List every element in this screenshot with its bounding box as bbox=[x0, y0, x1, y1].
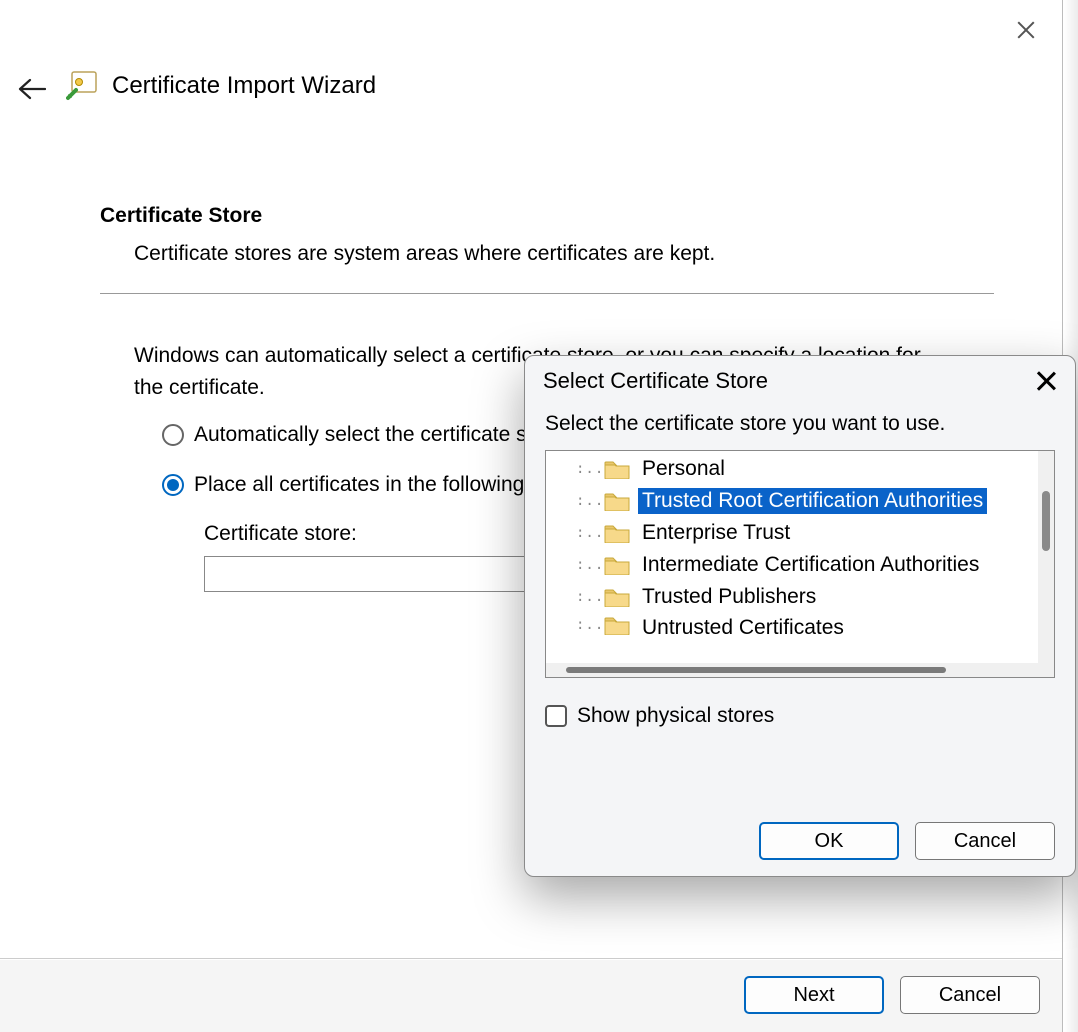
tree-item-label: Intermediate Certification Authorities bbox=[638, 552, 983, 578]
folder-icon bbox=[604, 587, 630, 607]
certificate-store-label: Certificate store: bbox=[204, 522, 357, 546]
tree-item[interactable]: :.... Personal bbox=[546, 453, 1036, 485]
cancel-button-label: Cancel bbox=[939, 984, 1001, 1007]
dialog-title: Select Certificate Store bbox=[543, 368, 768, 394]
tree-item-label: Trusted Publishers bbox=[638, 584, 820, 610]
folder-icon bbox=[604, 491, 630, 511]
back-arrow-icon[interactable] bbox=[18, 78, 46, 100]
show-physical-stores-checkbox[interactable]: Show physical stores bbox=[545, 704, 1055, 728]
ok-button-label: OK bbox=[815, 830, 844, 853]
tree-item[interactable]: :.... Enterprise Trust bbox=[546, 517, 1036, 549]
show-physical-label: Show physical stores bbox=[577, 704, 774, 728]
section-subheading: Certificate stores are system areas wher… bbox=[134, 242, 715, 266]
next-button[interactable]: Next bbox=[744, 976, 884, 1014]
tree-connector-icon: :.... bbox=[576, 461, 604, 477]
tree-item-label: Untrusted Certificates bbox=[638, 615, 848, 637]
tree-item[interactable]: :.... Untrusted Certificates bbox=[546, 613, 1036, 637]
tree-item-label: Trusted Root Certification Authorities bbox=[638, 488, 987, 514]
folder-icon bbox=[604, 459, 630, 479]
tree-item-label: Personal bbox=[638, 456, 729, 482]
dialog-instruction: Select the certificate store you want to… bbox=[525, 406, 1075, 450]
tree-connector-icon: :.... bbox=[576, 493, 604, 509]
close-icon[interactable] bbox=[1014, 18, 1038, 42]
cancel-button[interactable]: Cancel bbox=[900, 976, 1040, 1014]
tree-connector-icon: :.... bbox=[576, 589, 604, 605]
folder-icon bbox=[604, 523, 630, 543]
next-button-label: Next bbox=[793, 984, 834, 1007]
horizontal-scrollbar[interactable] bbox=[546, 663, 1038, 677]
radio-place-label: Place all certificates in the following … bbox=[194, 473, 577, 497]
footer-divider bbox=[0, 958, 1062, 959]
wizard-title: Certificate Import Wizard bbox=[112, 72, 376, 100]
select-store-dialog: Select Certificate Store Select the cert… bbox=[524, 355, 1076, 877]
vertical-scrollbar[interactable] bbox=[1038, 451, 1054, 677]
checkbox-icon bbox=[545, 705, 567, 727]
store-tree: :.... Personal:.... Trusted Root Certifica… bbox=[545, 450, 1055, 678]
tree-connector-icon: :.... bbox=[576, 617, 604, 633]
section-heading: Certificate Store bbox=[100, 204, 262, 228]
radio-icon bbox=[162, 474, 184, 496]
tree-connector-icon: :.... bbox=[576, 525, 604, 541]
tree-item[interactable]: :.... Intermediate Certification Authorit… bbox=[546, 549, 1036, 581]
tree-item-label: Enterprise Trust bbox=[638, 520, 794, 546]
dialog-cancel-button[interactable]: Cancel bbox=[915, 822, 1055, 860]
wizard-footer: Next Cancel bbox=[0, 960, 1062, 1032]
tree-item[interactable]: :.... Trusted Publishers bbox=[546, 581, 1036, 613]
folder-icon bbox=[604, 555, 630, 575]
certificate-wizard-icon bbox=[66, 68, 100, 102]
ok-button[interactable]: OK bbox=[759, 822, 899, 860]
tree-connector-icon: :.... bbox=[576, 557, 604, 573]
radio-icon bbox=[162, 424, 184, 446]
close-icon[interactable] bbox=[1035, 370, 1057, 392]
tree-item[interactable]: :.... Trusted Root Certification Authorit… bbox=[546, 485, 1036, 517]
radio-place-all[interactable]: Place all certificates in the following … bbox=[162, 473, 577, 497]
folder-icon bbox=[604, 615, 630, 635]
section-divider bbox=[100, 293, 994, 294]
dialog-cancel-label: Cancel bbox=[954, 830, 1016, 853]
